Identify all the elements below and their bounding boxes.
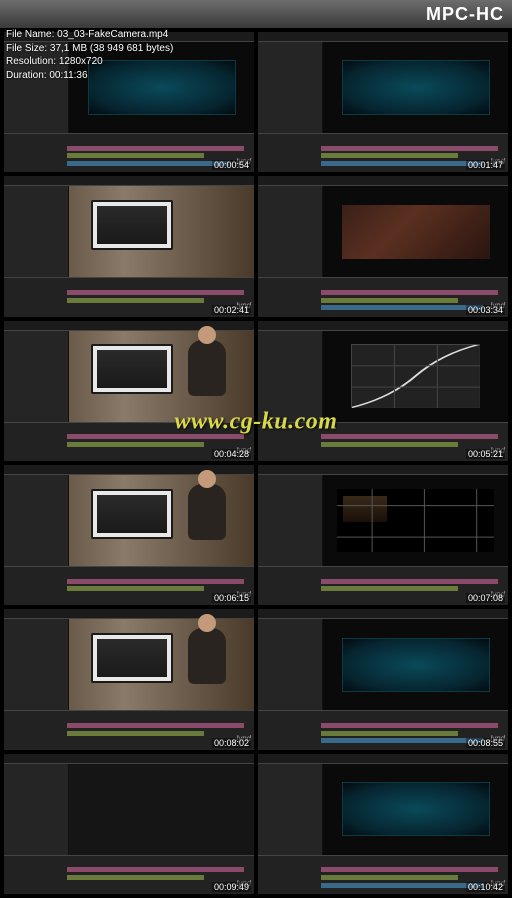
meta-res: 1280x720 bbox=[59, 56, 103, 67]
curves-graph bbox=[351, 344, 481, 408]
meta-name-label: File Name: bbox=[6, 29, 54, 40]
timestamp: 00:10:42 bbox=[466, 882, 505, 892]
thumbnail[interactable]: lynd 00:10:42 bbox=[258, 754, 508, 894]
ae-preview bbox=[69, 764, 254, 855]
ae-project-panel bbox=[4, 475, 69, 566]
timestamp: 00:08:55 bbox=[466, 738, 505, 748]
ae-project-panel bbox=[258, 42, 323, 133]
thumbnail[interactable]: lynd 00:03:34 bbox=[258, 176, 508, 316]
ae-menubar bbox=[4, 176, 254, 186]
timestamp: 00:05:21 bbox=[466, 449, 505, 459]
file-metadata: File Name: 03_03-FakeCamera.mp4 File Siz… bbox=[6, 28, 173, 82]
thumbnail[interactable]: lynd 00:01:47 bbox=[258, 32, 508, 172]
ae-project-panel bbox=[4, 186, 69, 277]
ae-preview bbox=[323, 475, 508, 566]
ae-menubar bbox=[258, 465, 508, 475]
timestamp: 00:03:34 bbox=[466, 305, 505, 315]
ae-menubar bbox=[258, 176, 508, 186]
ae-project-panel bbox=[4, 619, 69, 710]
titlebar: MPC-HC bbox=[0, 0, 512, 28]
ae-preview bbox=[69, 619, 254, 710]
ae-project-panel bbox=[258, 764, 323, 855]
ae-preview bbox=[323, 331, 508, 422]
ae-project-panel bbox=[4, 764, 69, 855]
ae-project-panel bbox=[258, 186, 323, 277]
ae-preview bbox=[69, 331, 254, 422]
timestamp: 00:04:28 bbox=[212, 449, 251, 459]
ae-project-panel bbox=[258, 331, 323, 422]
meta-dur: 00:11:36 bbox=[49, 70, 87, 81]
ae-menubar bbox=[258, 32, 508, 42]
thumbnail[interactable]: lynd 00:07:08 bbox=[258, 465, 508, 605]
ae-menubar bbox=[4, 754, 254, 764]
person-icon bbox=[188, 340, 226, 396]
timestamp: 00:02:41 bbox=[212, 305, 251, 315]
timestamp: 00:09:49 bbox=[212, 882, 251, 892]
person-icon bbox=[188, 628, 226, 684]
app-name: MPC-HC bbox=[426, 4, 504, 25]
ae-menubar bbox=[4, 609, 254, 619]
thumbnail[interactable]: lynd 00:02:41 bbox=[4, 176, 254, 316]
ae-menubar bbox=[4, 321, 254, 331]
timestamp: 00:01:47 bbox=[466, 160, 505, 170]
timestamp: 00:08:02 bbox=[212, 738, 251, 748]
thumbnail[interactable]: lynd 00:08:55 bbox=[258, 609, 508, 749]
ae-preview bbox=[69, 186, 254, 277]
ae-project-panel bbox=[258, 475, 323, 566]
ae-menubar bbox=[258, 321, 508, 331]
monitor-icon bbox=[91, 344, 172, 394]
meta-size-label: File Size: bbox=[6, 43, 47, 54]
inset-preview bbox=[343, 496, 387, 521]
thumbnail[interactable]: lynd 00:09:49 bbox=[4, 754, 254, 894]
thumbnail[interactable]: lynd 00:06:15 bbox=[4, 465, 254, 605]
thumbnail[interactable]: lynd 00:05:21 bbox=[258, 321, 508, 461]
ae-preview bbox=[323, 619, 508, 710]
person-icon bbox=[188, 484, 226, 540]
ae-preview bbox=[323, 764, 508, 855]
thumbnail-grid: lynd 00:00:54 lynd 00:01:47 lynd 00:02:4… bbox=[0, 28, 512, 898]
monitor-icon bbox=[91, 200, 172, 250]
ae-project-panel bbox=[258, 619, 323, 710]
timestamp: 00:00:54 bbox=[212, 160, 251, 170]
thumbnail[interactable]: lynd 00:04:28 bbox=[4, 321, 254, 461]
meta-res-label: Resolution: bbox=[6, 56, 56, 67]
monitor-icon bbox=[91, 489, 172, 539]
ae-preview bbox=[69, 475, 254, 566]
timestamp: 00:06:15 bbox=[212, 593, 251, 603]
rule-of-thirds-grid bbox=[337, 489, 494, 553]
ae-menubar bbox=[258, 754, 508, 764]
ae-preview bbox=[323, 186, 508, 277]
ae-project-panel bbox=[4, 331, 69, 422]
meta-size: 37,1 MB (38 949 681 bytes) bbox=[50, 43, 173, 54]
timestamp: 00:07:08 bbox=[466, 593, 505, 603]
meta-name: 03_03-FakeCamera.mp4 bbox=[57, 29, 168, 40]
ae-preview bbox=[323, 42, 508, 133]
ae-menubar bbox=[258, 609, 508, 619]
monitor-icon bbox=[91, 633, 172, 683]
ae-menubar bbox=[4, 465, 254, 475]
meta-dur-label: Duration: bbox=[6, 70, 47, 81]
thumbnail[interactable]: lynd 00:08:02 bbox=[4, 609, 254, 749]
